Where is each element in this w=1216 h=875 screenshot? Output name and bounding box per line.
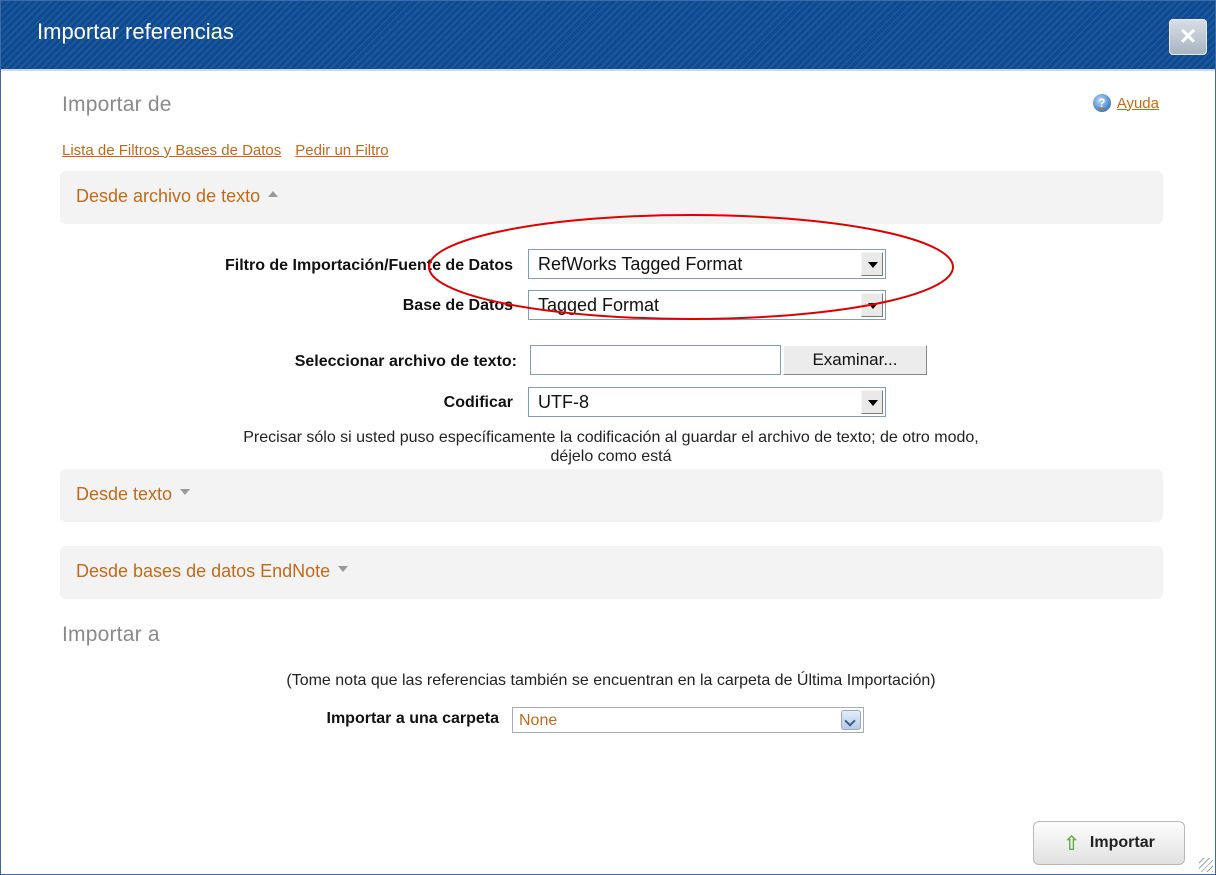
file-path-input[interactable]: [530, 345, 781, 375]
browse-button[interactable]: Examinar...: [783, 345, 927, 375]
dialog-title: Importar referencias: [37, 19, 234, 44]
help-icon: ?: [1092, 94, 1111, 112]
encoding-note-line2: déjelo como está: [550, 448, 672, 465]
close-icon[interactable]: ×: [1169, 19, 1207, 55]
import-folder-select[interactable]: None: [512, 707, 864, 733]
database-label: Base de Datos: [402, 297, 513, 314]
from-text-title[interactable]: Desde texto: [76, 484, 172, 504]
import-button[interactable]: ⇧ Importar: [1033, 821, 1185, 865]
import-references-dialog: Importar referencias × Importar de ? Ayu…: [0, 0, 1216, 875]
from-text-toggle[interactable]: Desde texto: [76, 484, 191, 505]
chevron-down-icon[interactable]: [861, 293, 883, 317]
caret-down-icon[interactable]: [180, 489, 191, 496]
chevron-down-icon[interactable]: [861, 390, 883, 414]
chevron-down-icon[interactable]: [861, 252, 883, 276]
encoding-select[interactable]: UTF-8: [528, 387, 886, 417]
help-link[interactable]: ? Ayuda: [1092, 94, 1159, 112]
last-import-note: (Tome nota que las referencias también s…: [286, 672, 936, 689]
from-text-file-title[interactable]: Desde archivo de texto: [76, 186, 260, 206]
import-filter-value: RefWorks Tagged Format: [538, 254, 743, 274]
help-label[interactable]: Ayuda: [1117, 95, 1159, 112]
from-endnote-title[interactable]: Desde bases de datos EndNote: [76, 561, 330, 581]
resize-grip-icon[interactable]: [1199, 858, 1213, 872]
request-filter-link[interactable]: Pedir un Filtro: [295, 142, 388, 159]
encoding-label: Codificar: [443, 394, 513, 411]
database-value: Tagged Format: [538, 295, 660, 315]
import-filter-label: Filtro de Importación/Fuente de Datos: [224, 257, 513, 274]
import-from-heading: Importar de: [62, 93, 172, 116]
filter-links: Lista de Filtros y Bases de Datos Pedir u…: [62, 142, 403, 159]
import-button-label: Importar: [1089, 834, 1155, 851]
import-folder-value: None: [519, 712, 558, 729]
filter-list-link[interactable]: Lista de Filtros y Bases de Datos: [62, 142, 281, 159]
from-endnote-panel[interactable]: Desde bases de datos EndNote: [60, 546, 1163, 599]
caret-down-icon[interactable]: [338, 566, 349, 573]
select-file-label: Seleccionar archivo de texto:: [294, 353, 517, 370]
from-text-panel[interactable]: Desde texto: [60, 469, 1163, 522]
chevron-down-icon[interactable]: [841, 710, 861, 730]
from-text-file-toggle[interactable]: Desde archivo de texto: [76, 186, 279, 207]
caret-up-icon[interactable]: [268, 191, 279, 198]
from-text-file-panel[interactable]: Desde archivo de texto: [60, 171, 1163, 224]
up-arrow-icon: ⇧: [1063, 832, 1080, 855]
import-filter-select[interactable]: RefWorks Tagged Format: [528, 249, 886, 279]
encoding-note: Precisar sólo si usted puso específicame…: [61, 428, 1161, 466]
import-to-heading: Importar a: [62, 623, 160, 646]
encoding-value: UTF-8: [538, 392, 589, 412]
import-folder-label: Importar a una carpeta: [326, 710, 500, 727]
from-endnote-toggle[interactable]: Desde bases de datos EndNote: [76, 561, 349, 582]
encoding-note-line1: Precisar sólo si usted puso específicame…: [243, 429, 979, 446]
database-select[interactable]: Tagged Format: [528, 290, 886, 320]
dialog-titlebar[interactable]: Importar referencias ×: [1, 1, 1215, 71]
